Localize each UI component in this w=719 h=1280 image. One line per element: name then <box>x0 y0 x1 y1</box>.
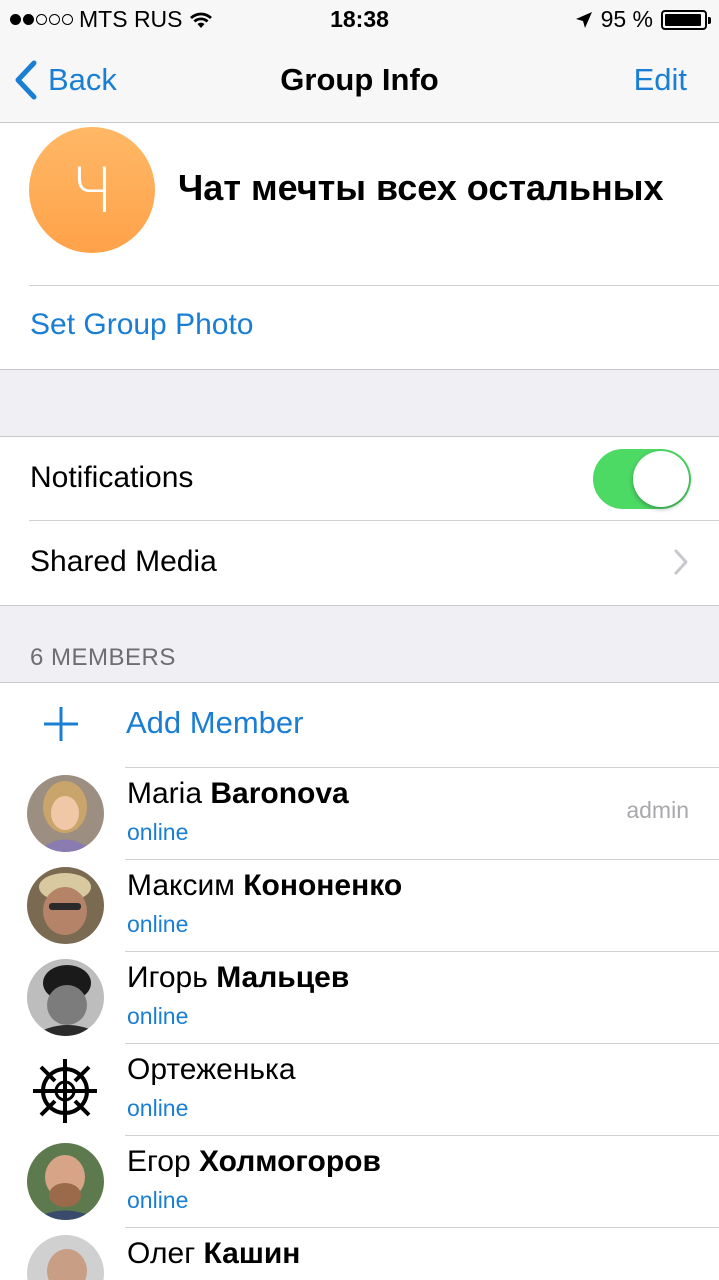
member-first-name: Егор <box>127 1145 191 1178</box>
divider <box>125 1135 719 1136</box>
divider <box>125 951 719 952</box>
member-first-name: Максим <box>127 869 235 902</box>
member-name: Ортеженька <box>127 1053 296 1087</box>
notifications-toggle[interactable] <box>593 449 691 509</box>
member-role-badge: admin <box>626 797 689 823</box>
group-avatar[interactable]: Ч <box>29 127 155 253</box>
member-last-name: Кашин <box>203 1237 301 1270</box>
battery-level <box>665 13 702 26</box>
notifications-label: Notifications <box>30 461 194 494</box>
avatar <box>27 867 104 944</box>
members-section-header: 6 MEMBERS <box>0 605 719 683</box>
divider <box>125 767 719 768</box>
shared-media-row[interactable]: Shared Media <box>0 522 719 605</box>
member-row[interactable]: Maria Baronova online admin <box>0 767 719 859</box>
add-member-label: Add Member <box>126 705 304 740</box>
member-status: online <box>127 1095 189 1121</box>
avatar <box>27 775 104 852</box>
avatar <box>27 1235 104 1280</box>
group-name: Чат мечты всех остальных <box>178 167 664 208</box>
member-name: Игорь Мальцев <box>127 961 349 995</box>
status-bar: MTS RUS 18:38 95 % <box>0 0 719 40</box>
member-last-name: Кононенко <box>243 869 403 902</box>
member-status: online <box>127 819 189 845</box>
add-member-button[interactable]: Add Member <box>0 683 719 767</box>
page-title: Group Info <box>280 62 439 97</box>
navigation-bar: Back Group Info Edit <box>0 40 719 123</box>
set-group-photo-label: Set Group Photo <box>30 308 254 341</box>
divider <box>125 859 719 860</box>
location-arrow-icon <box>575 11 592 28</box>
member-row[interactable]: Максим Кононенко online <box>0 859 719 951</box>
member-row[interactable]: Ортеженька online <box>0 1043 719 1135</box>
member-last-name: Холмогоров <box>199 1145 381 1178</box>
status-right: 95 % <box>575 6 711 33</box>
avatar <box>27 1143 104 1220</box>
member-status: online <box>127 911 189 937</box>
member-name: Егор Холмогоров <box>127 1145 381 1179</box>
set-group-photo-button[interactable]: Set Group Photo <box>0 286 719 369</box>
group-header: Ч Чат мечты всех остальных <box>0 123 719 286</box>
avatar <box>27 959 104 1036</box>
shared-media-label: Shared Media <box>30 545 217 578</box>
member-name: Максим Кононенко <box>127 869 402 903</box>
members-count: 6 MEMBERS <box>30 644 176 671</box>
chevron-right-icon <box>674 549 688 575</box>
notifications-row: Notifications <box>0 438 719 521</box>
section-spacer <box>0 369 719 437</box>
member-first-name: Maria <box>127 777 203 810</box>
battery-percent: 95 % <box>600 6 653 32</box>
member-row[interactable]: Олег Кашин <box>0 1227 719 1280</box>
battery-icon <box>661 9 711 30</box>
divider <box>29 520 719 521</box>
member-name: Олег Кашин <box>127 1237 300 1271</box>
member-last-name: Мальцев <box>216 961 350 994</box>
emblem-avatar <box>27 1051 104 1128</box>
divider <box>125 1227 719 1228</box>
member-first-name: Ортеженька <box>127 1053 296 1086</box>
toggle-knob <box>633 451 689 507</box>
member-status: online <box>127 1003 189 1029</box>
member-row[interactable]: Игорь Мальцев online <box>0 951 719 1043</box>
member-last-name: Baronova <box>210 777 349 810</box>
member-first-name: Олег <box>127 1237 196 1270</box>
divider <box>125 1043 719 1044</box>
member-first-name: Игорь <box>127 961 208 994</box>
member-row[interactable]: Егор Холмогоров online <box>0 1135 719 1227</box>
member-name: Maria Baronova <box>127 777 349 811</box>
member-status: online <box>127 1187 189 1213</box>
plus-icon <box>44 707 78 741</box>
edit-button[interactable]: Edit <box>634 62 687 98</box>
